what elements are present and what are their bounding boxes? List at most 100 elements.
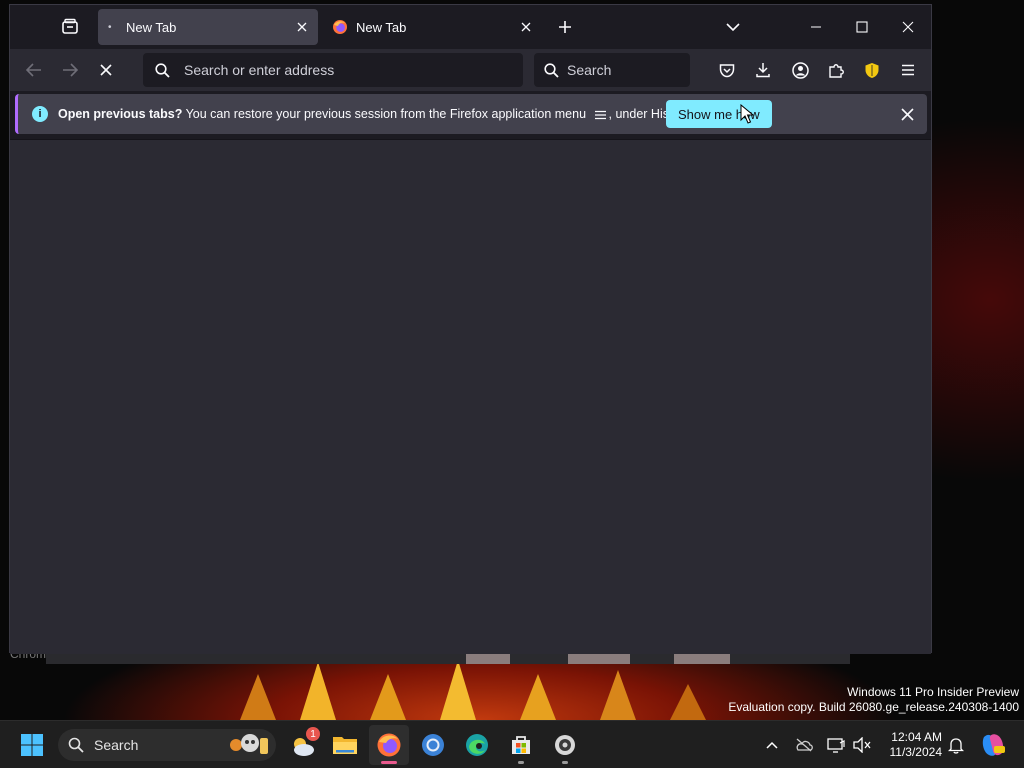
minimize-button[interactable] [793,5,839,49]
back-arrow-icon [26,63,41,77]
tab-title: New Tab [356,19,407,35]
shield-extension-button[interactable] [856,54,888,86]
new-tab-button[interactable] [548,10,582,44]
clock-time: 12:04 AM [891,730,942,744]
taskbar-file-explorer[interactable] [325,725,365,765]
pocket-button[interactable] [711,54,743,86]
taskbar-settings-app[interactable] [545,725,585,765]
pocket-icon [719,63,735,77]
firefox-icon [377,733,401,757]
search-icon [544,62,559,78]
search-input[interactable] [567,62,677,78]
running-indicator [518,761,524,764]
tab-new-tab-2[interactable]: New Tab [322,9,542,45]
stop-loading-button[interactable] [90,54,122,86]
file-explorer-icon [333,737,357,754]
hamburger-menu-icon [902,64,914,76]
address-input[interactable] [184,62,484,78]
show-me-how-button[interactable]: Show me how [666,100,772,128]
start-button[interactable] [12,725,52,765]
edge-icon [466,734,488,756]
close-icon [297,22,307,32]
running-indicator [562,761,568,764]
navigation-toolbar [10,49,931,91]
taskbar-search-label: Search [94,737,139,753]
wallpaper-shape [440,660,476,720]
search-icon [68,737,84,753]
downloads-button[interactable] [747,54,779,86]
maximize-icon [856,21,868,33]
settings-app-icon [555,735,575,755]
copilot-button[interactable] [978,733,1008,757]
taskbar-chrome[interactable] [413,725,453,765]
forward-button[interactable] [54,54,86,86]
puzzle-icon [829,64,844,78]
copilot-icon [982,734,1005,756]
display-tray-button[interactable] [824,733,848,757]
firefox-window: • New Tab New Tab Search or enter addres… [9,4,932,654]
taskbar-search-box[interactable]: Search [58,729,276,761]
taskbar: Search 1 12:04 AM 11/3/2024 [0,720,1024,768]
list-all-tabs-button[interactable] [716,10,750,44]
tab-close-button[interactable] [518,19,534,35]
maximize-button[interactable] [839,5,885,49]
firefox-view-button[interactable] [53,10,87,44]
display-icon [827,738,845,753]
notifications-button[interactable] [944,733,968,757]
page-content-area[interactable] [10,139,931,654]
onedrive-tray-button[interactable] [792,733,816,757]
notification-title: Open previous tabs? [58,107,183,121]
windows-watermark: Windows 11 Pro Insider Preview Evaluatio… [728,685,1019,715]
taskbar-store[interactable] [501,725,541,765]
account-button[interactable] [784,54,816,86]
tab-close-button[interactable] [294,19,310,35]
info-icon: i [32,106,48,122]
restore-session-notification: i Open previous tabs? You can restore yo… [15,94,927,134]
notification-message: Open previous tabs? You can restore your… [58,107,692,121]
start-icon [21,734,43,756]
wallpaper-shape [670,684,706,720]
search-highlight-icon [230,734,268,754]
notification-text: You can restore your previous session fr… [185,107,587,121]
search-bar[interactable] [534,53,690,87]
weather-widget[interactable]: 1 [283,725,323,765]
close-window-button[interactable] [885,5,931,49]
watermark-line1: Windows 11 Pro Insider Preview [847,685,1019,699]
hamburger-menu-icon [594,110,606,119]
download-icon [756,63,770,78]
volume-tray-button[interactable] [850,733,874,757]
wallpaper-shape [600,670,636,720]
wallpaper-shape [240,674,276,720]
taskbar-firefox[interactable] [369,725,409,765]
chevron-down-icon [726,23,740,32]
extensions-button[interactable] [820,54,852,86]
weather-badge: 1 [306,727,320,741]
close-icon [902,21,914,33]
taskbar-edge[interactable] [457,725,497,765]
notification-close-button[interactable] [897,104,917,124]
store-icon [512,736,530,754]
show-hidden-icons-button[interactable] [760,733,784,757]
system-clock[interactable]: 12:04 AM 11/3/2024 [876,730,943,760]
close-icon [100,64,112,76]
mouse-cursor-icon [740,104,754,124]
firefox-icon [333,20,347,34]
plus-icon [559,21,571,33]
clock-date: 11/3/2024 [889,745,943,759]
shield-icon [865,62,879,78]
address-bar[interactable] [143,53,523,87]
wallpaper-shape [520,674,556,720]
back-button[interactable] [18,54,50,86]
notification-bell-icon [948,737,964,754]
search-icon [155,62,170,78]
speaker-muted-icon [853,737,871,753]
loading-favicon-icon: • [108,21,112,33]
account-icon [791,61,809,79]
application-menu-button[interactable] [892,54,924,86]
onedrive-icon [796,738,813,752]
tab-new-tab-1[interactable]: • New Tab [98,9,318,45]
forward-arrow-icon [63,63,78,77]
close-icon [900,107,914,121]
chrome-icon [422,734,444,756]
close-icon [521,22,531,32]
